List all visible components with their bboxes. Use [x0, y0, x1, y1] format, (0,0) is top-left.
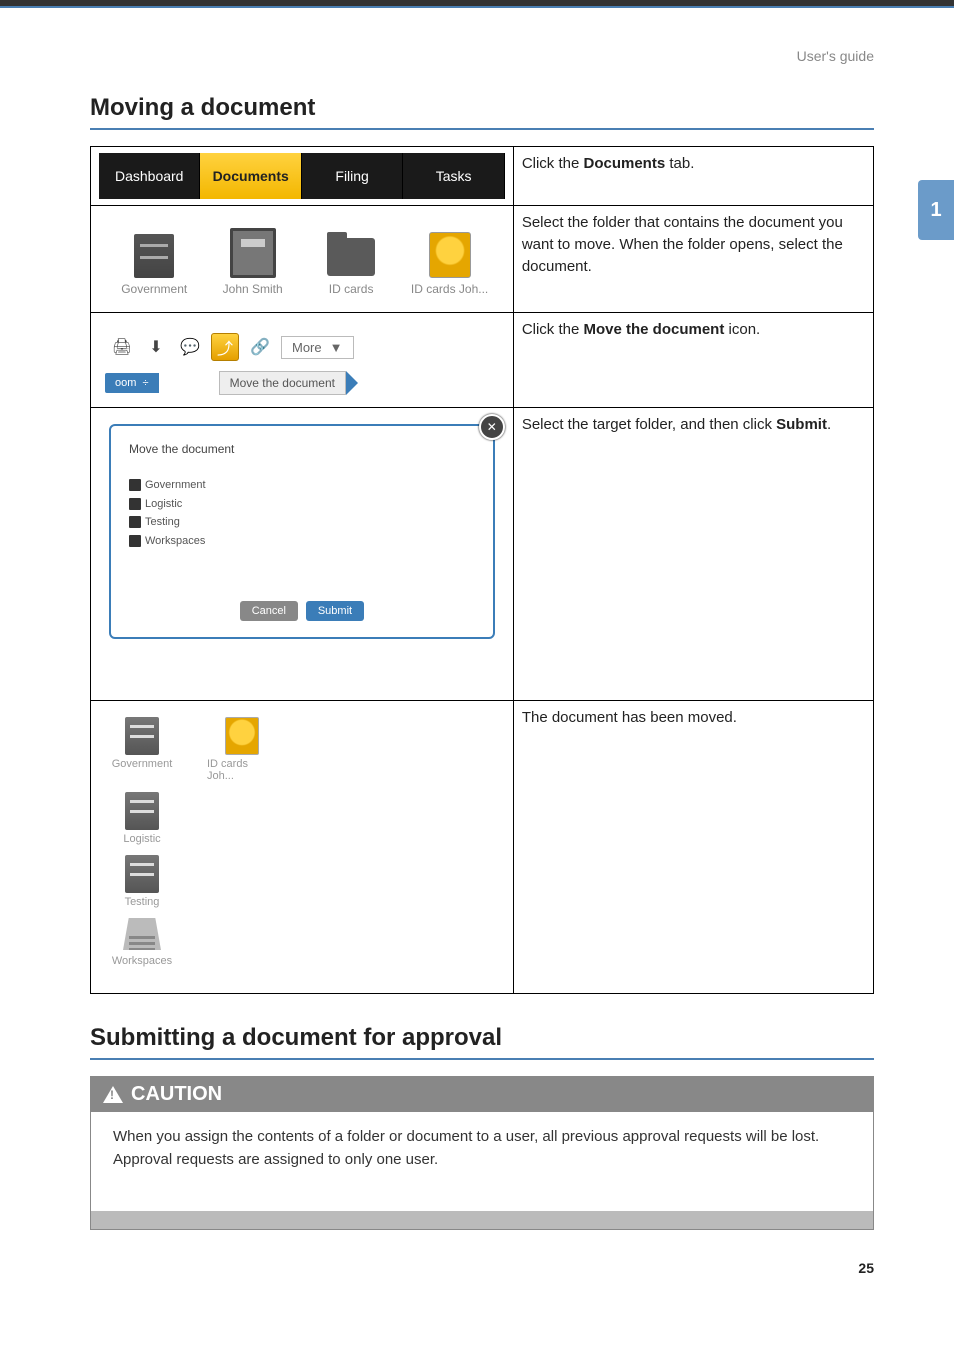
- screenshot-row2: Government John Smith ID cards ID c: [91, 206, 514, 313]
- result-label: Workspaces: [112, 955, 172, 967]
- caution-box: CAUTION When you assign the contents of …: [90, 1076, 874, 1230]
- top-border: [0, 0, 954, 8]
- document-icon: [429, 232, 471, 278]
- chevron-down-icon: ▼: [330, 340, 343, 355]
- instruction-table: Dashboard Documents Filing Tasks Click t…: [90, 146, 874, 994]
- section-title-moving: Moving a document: [90, 94, 874, 122]
- tab-tasks[interactable]: Tasks: [403, 153, 504, 199]
- result-testing[interactable]: Testing: [107, 855, 177, 908]
- cabinet-icon: [129, 479, 141, 491]
- folder-label: ID cards: [329, 282, 374, 296]
- result-label: Testing: [125, 896, 160, 908]
- page-number: 25: [0, 1230, 954, 1296]
- caution-label: CAUTION: [131, 1083, 222, 1106]
- download-icon[interactable]: ⬇: [143, 334, 169, 360]
- tree-item-government[interactable]: Government: [129, 476, 475, 495]
- tree-item-logistic[interactable]: Logistic: [129, 495, 475, 514]
- caution-header: CAUTION: [91, 1077, 873, 1112]
- caution-footer-bar: [91, 1211, 873, 1229]
- chat-icon[interactable]: 💬: [177, 334, 203, 360]
- result-label: ID cards Joh...: [207, 758, 277, 782]
- tree-label: Testing: [145, 516, 180, 528]
- text: Select the target folder, and then click: [522, 416, 776, 433]
- text-bold: Move the document: [584, 321, 725, 338]
- cabinet-icon: [125, 855, 159, 893]
- text-bold: Documents: [584, 155, 666, 172]
- modal-title: Move the document: [129, 442, 475, 456]
- description-row3: Click the Move the document icon.: [513, 313, 873, 408]
- caution-triangle-icon: [103, 1086, 123, 1103]
- modal-close-icon[interactable]: ✕: [479, 414, 505, 440]
- text: tab.: [665, 155, 694, 172]
- folder-government[interactable]: Government: [115, 234, 193, 296]
- cabinet-icon: [129, 498, 141, 510]
- result-logistic[interactable]: Logistic: [107, 792, 177, 845]
- result-government[interactable]: Government: [107, 717, 177, 782]
- title-underline: [90, 1058, 874, 1060]
- folder-label: John Smith: [223, 282, 283, 296]
- tree-item-testing[interactable]: Testing: [129, 513, 475, 532]
- main-content: Moving a document Dashboard Documents Fi…: [0, 94, 954, 1230]
- workspace-icon: [123, 918, 161, 950]
- more-button[interactable]: More ▼: [281, 336, 354, 359]
- tree-label: Workspaces: [145, 535, 205, 547]
- text: .: [827, 416, 831, 433]
- folder-id-cards[interactable]: ID cards: [312, 238, 390, 296]
- description-row5: The document has been moved.: [513, 701, 873, 994]
- tree-label: Logistic: [145, 498, 182, 510]
- document-id-cards-joh[interactable]: ID cards Joh...: [411, 232, 489, 296]
- tab-bar: Dashboard Documents Filing Tasks: [99, 153, 505, 199]
- result-workspaces[interactable]: Workspaces: [107, 918, 177, 967]
- move-document-modal: ✕ Move the document Government Logistic …: [109, 424, 495, 639]
- folder-label: Government: [121, 282, 187, 296]
- text: Click the: [522, 321, 584, 338]
- cancel-button[interactable]: Cancel: [240, 601, 298, 621]
- cabinet-icon: [125, 717, 159, 755]
- screenshot-row1: Dashboard Documents Filing Tasks: [91, 147, 514, 206]
- text-bold: Submit: [776, 416, 827, 433]
- zoom-control[interactable]: oom ÷: [105, 373, 159, 393]
- caution-body: When you assign the contents of a folder…: [91, 1112, 873, 1211]
- print-icon[interactable]: 🖨: [109, 334, 135, 360]
- drawer-icon: [230, 228, 276, 278]
- tab-filing[interactable]: Filing: [302, 153, 403, 199]
- screenshot-row3: 🖨 ⬇ 💬 ⤴ 🔗 More ▼ oom: [91, 313, 514, 408]
- folder-tree: Government Logistic Testing Workspaces: [129, 476, 475, 551]
- tree-label: Government: [145, 479, 206, 491]
- title-underline: [90, 128, 874, 130]
- screenshot-row5: Government ID cards Joh... Logistic: [91, 701, 514, 994]
- zoom-label: oom: [115, 377, 136, 389]
- description-row4: Select the target folder, and then click…: [513, 408, 873, 701]
- page: 1 User's guide Moving a document Dashboa…: [0, 0, 954, 1296]
- workspace-icon: [129, 535, 141, 547]
- chapter-side-tab: 1: [918, 180, 954, 240]
- result-id-cards-joh[interactable]: ID cards Joh...: [207, 717, 277, 782]
- tab-dashboard[interactable]: Dashboard: [99, 153, 200, 199]
- tab-documents[interactable]: Documents: [200, 153, 301, 199]
- move-document-icon[interactable]: ⤴: [211, 333, 239, 361]
- folder-icon: [327, 238, 375, 276]
- cabinet-icon: [125, 792, 159, 830]
- cabinet-icon: [134, 234, 174, 278]
- submit-button[interactable]: Submit: [306, 601, 364, 621]
- header-doc-title: User's guide: [0, 8, 954, 74]
- more-label: More: [292, 340, 322, 355]
- move-document-tooltip: Move the document: [219, 371, 346, 395]
- result-label: Government: [112, 758, 173, 770]
- tree-item-workspaces[interactable]: Workspaces: [129, 532, 475, 551]
- section-title-submitting: Submitting a document for approval: [90, 1024, 874, 1052]
- result-label: Logistic: [123, 833, 160, 845]
- tooltip-arrow-icon: [346, 371, 358, 395]
- link-icon[interactable]: 🔗: [247, 334, 273, 360]
- description-row1: Click the Documents tab.: [513, 147, 873, 206]
- screenshot-row4: ✕ Move the document Government Logistic …: [91, 408, 514, 701]
- cabinet-icon: [129, 516, 141, 528]
- zoom-symbol: ÷: [143, 377, 149, 389]
- text: icon.: [724, 321, 760, 338]
- folder-label: ID cards Joh...: [411, 282, 488, 296]
- folder-john-smith[interactable]: John Smith: [214, 228, 292, 296]
- text: Click the: [522, 155, 584, 172]
- description-row2: Select the folder that contains the docu…: [513, 206, 873, 313]
- document-icon: [225, 717, 259, 755]
